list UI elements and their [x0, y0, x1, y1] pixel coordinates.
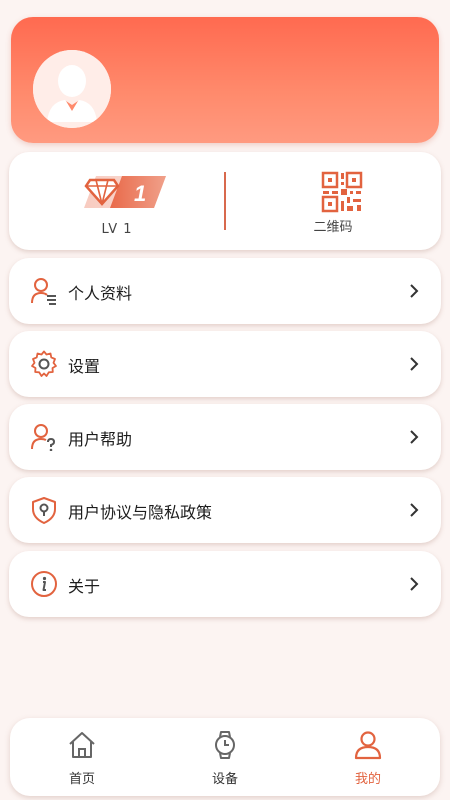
menu-item-settings[interactable]: 设置 [9, 331, 441, 397]
menu-label: 用户协议与隐私政策 [68, 503, 213, 522]
tab-device[interactable]: 设备 [180, 730, 270, 790]
menu-item-about[interactable]: 关于 [9, 551, 441, 617]
qr-code-icon [321, 171, 363, 213]
user-help-icon [31, 424, 56, 451]
profile-icon [31, 278, 56, 305]
diamond-badge-icon: 1 [84, 176, 166, 208]
chevron-right-icon [410, 357, 419, 371]
qr-section[interactable]: 二维码 [225, 152, 441, 250]
chevron-right-icon [410, 284, 419, 298]
watch-icon [215, 731, 235, 759]
qr-label: 二维码 [313, 220, 353, 235]
tab-label: 首页 [68, 772, 95, 787]
tab-home[interactable]: 首页 [37, 730, 127, 790]
info-icon [31, 571, 57, 597]
chevron-right-icon [410, 430, 419, 444]
bottom-tab-bar: 首页 设备 我的 [10, 718, 440, 796]
tab-label: 设备 [211, 772, 238, 787]
home-icon [69, 732, 95, 758]
level-label: LV 1 [101, 222, 133, 237]
chevron-right-icon [410, 577, 419, 591]
avatar[interactable] [33, 50, 111, 128]
shield-lock-icon [32, 497, 56, 524]
tab-label: 我的 [354, 772, 381, 787]
menu-label: 个人资料 [68, 284, 133, 303]
person-icon [354, 731, 382, 760]
menu-label: 关于 [68, 577, 101, 596]
stats-card: 1 LV 1 二维码 [9, 152, 441, 250]
settings-gear-icon [31, 350, 57, 377]
menu-label: 设置 [68, 357, 101, 376]
level-section[interactable]: 1 LV 1 [9, 152, 225, 250]
chevron-right-icon [410, 503, 419, 517]
menu-item-agreement[interactable]: 用户协议与隐私政策 [9, 477, 441, 543]
user-avatar-icon [33, 50, 111, 128]
level-badge-number: 1 [134, 181, 146, 206]
menu-item-help[interactable]: 用户帮助 [9, 404, 441, 470]
tab-mine[interactable]: 我的 [323, 730, 413, 790]
menu-label: 用户帮助 [68, 430, 133, 449]
menu-item-profile[interactable]: 个人资料 [9, 258, 441, 324]
